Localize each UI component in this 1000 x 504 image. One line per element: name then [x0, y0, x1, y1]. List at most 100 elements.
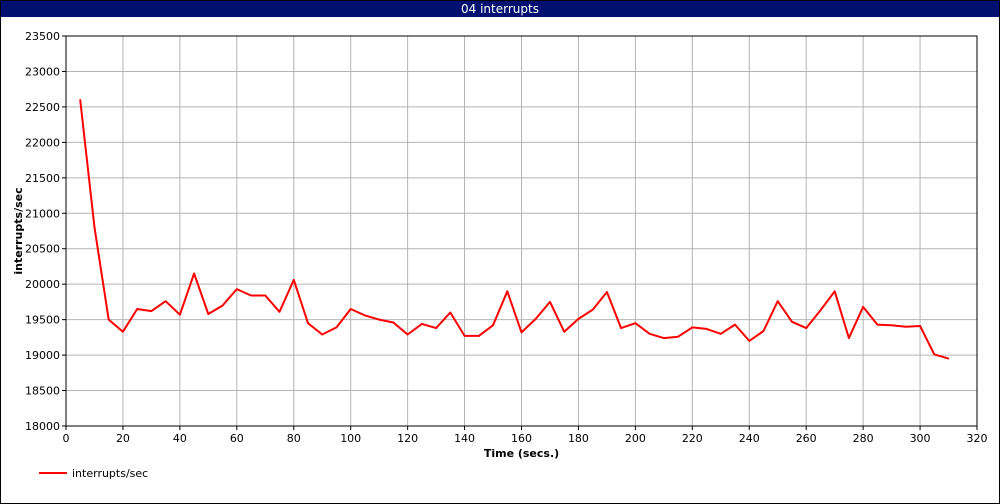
data-point	[406, 333, 409, 336]
y-tick-label: 20000	[25, 278, 60, 291]
y-tick-label: 20500	[25, 243, 60, 256]
data-point	[762, 330, 765, 332]
data-point	[933, 353, 936, 356]
x-tick-label: 60	[230, 432, 244, 445]
x-tick-label: 240	[739, 432, 760, 445]
y-tick-label: 21000	[25, 207, 60, 220]
y-tick-label: 21500	[25, 172, 60, 185]
x-tick-label: 220	[682, 432, 703, 445]
data-point	[648, 333, 651, 335]
x-tick-label: 200	[625, 432, 646, 445]
data-point	[791, 320, 793, 323]
data-point	[520, 331, 523, 334]
data-point	[364, 314, 366, 317]
x-axis-label: Time (secs.)	[484, 447, 559, 460]
data-point	[349, 308, 352, 310]
data-point	[93, 226, 96, 229]
grid	[65, 35, 978, 427]
x-tick-label: 320	[967, 432, 988, 445]
y-tick-label: 22000	[25, 136, 60, 149]
x-tick-label: 160	[511, 432, 532, 445]
data-point	[207, 313, 210, 315]
data-point	[591, 308, 594, 311]
y-tick-label: 22500	[25, 101, 60, 114]
data-point	[221, 304, 224, 307]
y-tick-label: 19000	[25, 349, 60, 362]
data-point	[292, 279, 295, 281]
x-tick-label: 40	[173, 432, 187, 445]
data-point	[307, 322, 309, 324]
y-axis-label: interrupts/sec	[12, 187, 25, 274]
x-tick-label: 20	[116, 432, 130, 445]
legend-label: interrupts/sec	[72, 467, 148, 480]
data-point	[890, 324, 893, 327]
data-point	[719, 333, 722, 335]
chart-frame: 04 interrupts 18000 18500 19000 19500 20000 2…	[0, 0, 1000, 504]
data-point	[805, 327, 807, 329]
x-tick-label: 140	[454, 432, 475, 445]
data-point	[421, 323, 423, 325]
data-point	[321, 333, 324, 336]
chart-canvas: 18000 18500 19000 19500 20000 20500 21000 21500…	[12, 30, 988, 480]
legend: interrupts/sec	[39, 467, 148, 480]
data-point	[905, 325, 907, 328]
data-point	[449, 311, 452, 314]
x-ticks: 0 20 40 60 80 100 120 140 160 180 200 220 240 260 280 3…	[63, 426, 988, 445]
data-point	[179, 313, 181, 316]
data-point	[250, 294, 252, 297]
data-point	[164, 300, 167, 303]
data-point	[748, 340, 751, 342]
data-point	[435, 327, 437, 329]
data-point	[236, 288, 238, 290]
data-point	[620, 327, 622, 329]
data-point	[663, 337, 665, 339]
data-point	[947, 357, 950, 360]
y-tick-label: 19500	[25, 314, 60, 327]
data-point	[492, 324, 494, 327]
data-point	[705, 328, 708, 330]
y-tick-label: 18500	[25, 385, 60, 398]
data-point	[577, 318, 580, 320]
data-point	[876, 323, 879, 326]
series-group	[79, 99, 950, 360]
x-tick-label: 180	[568, 432, 589, 445]
data-point	[563, 330, 566, 333]
data-point	[862, 306, 864, 308]
data-point	[463, 335, 466, 337]
data-point	[264, 294, 267, 297]
y-ticks: 18000 18500 19000 19500 20000 20500 21000 21500…	[25, 30, 66, 433]
x-tick-label: 100	[340, 432, 361, 445]
data-point	[691, 326, 694, 329]
data-point	[278, 311, 281, 313]
y-tick-label: 23500	[25, 30, 60, 43]
data-point	[534, 318, 537, 320]
data-point	[136, 308, 138, 310]
data-point	[335, 326, 338, 329]
data-point	[506, 290, 509, 293]
data-point	[549, 301, 551, 303]
x-tick-label: 120	[397, 432, 418, 445]
x-tick-label: 280	[853, 432, 874, 445]
x-tick-label: 80	[287, 432, 301, 445]
x-tick-label: 300	[910, 432, 931, 445]
data-point	[150, 310, 153, 312]
data-point	[734, 323, 736, 326]
data-point	[79, 99, 82, 101]
data-point	[606, 291, 608, 293]
x-tick-label: 0	[63, 432, 70, 445]
data-point	[122, 330, 124, 333]
data-point	[477, 335, 480, 337]
data-point	[819, 309, 822, 312]
data-point	[677, 335, 679, 338]
data-point	[919, 325, 921, 327]
data-point	[193, 272, 195, 275]
data-point	[378, 318, 380, 321]
data-point	[107, 318, 110, 321]
data-point	[392, 321, 395, 324]
y-tick-label: 18000	[25, 420, 60, 433]
data-point	[848, 337, 850, 339]
x-tick-label: 260	[796, 432, 817, 445]
y-tick-label: 23000	[25, 65, 60, 78]
data-point	[634, 322, 637, 324]
data-point	[776, 300, 779, 303]
